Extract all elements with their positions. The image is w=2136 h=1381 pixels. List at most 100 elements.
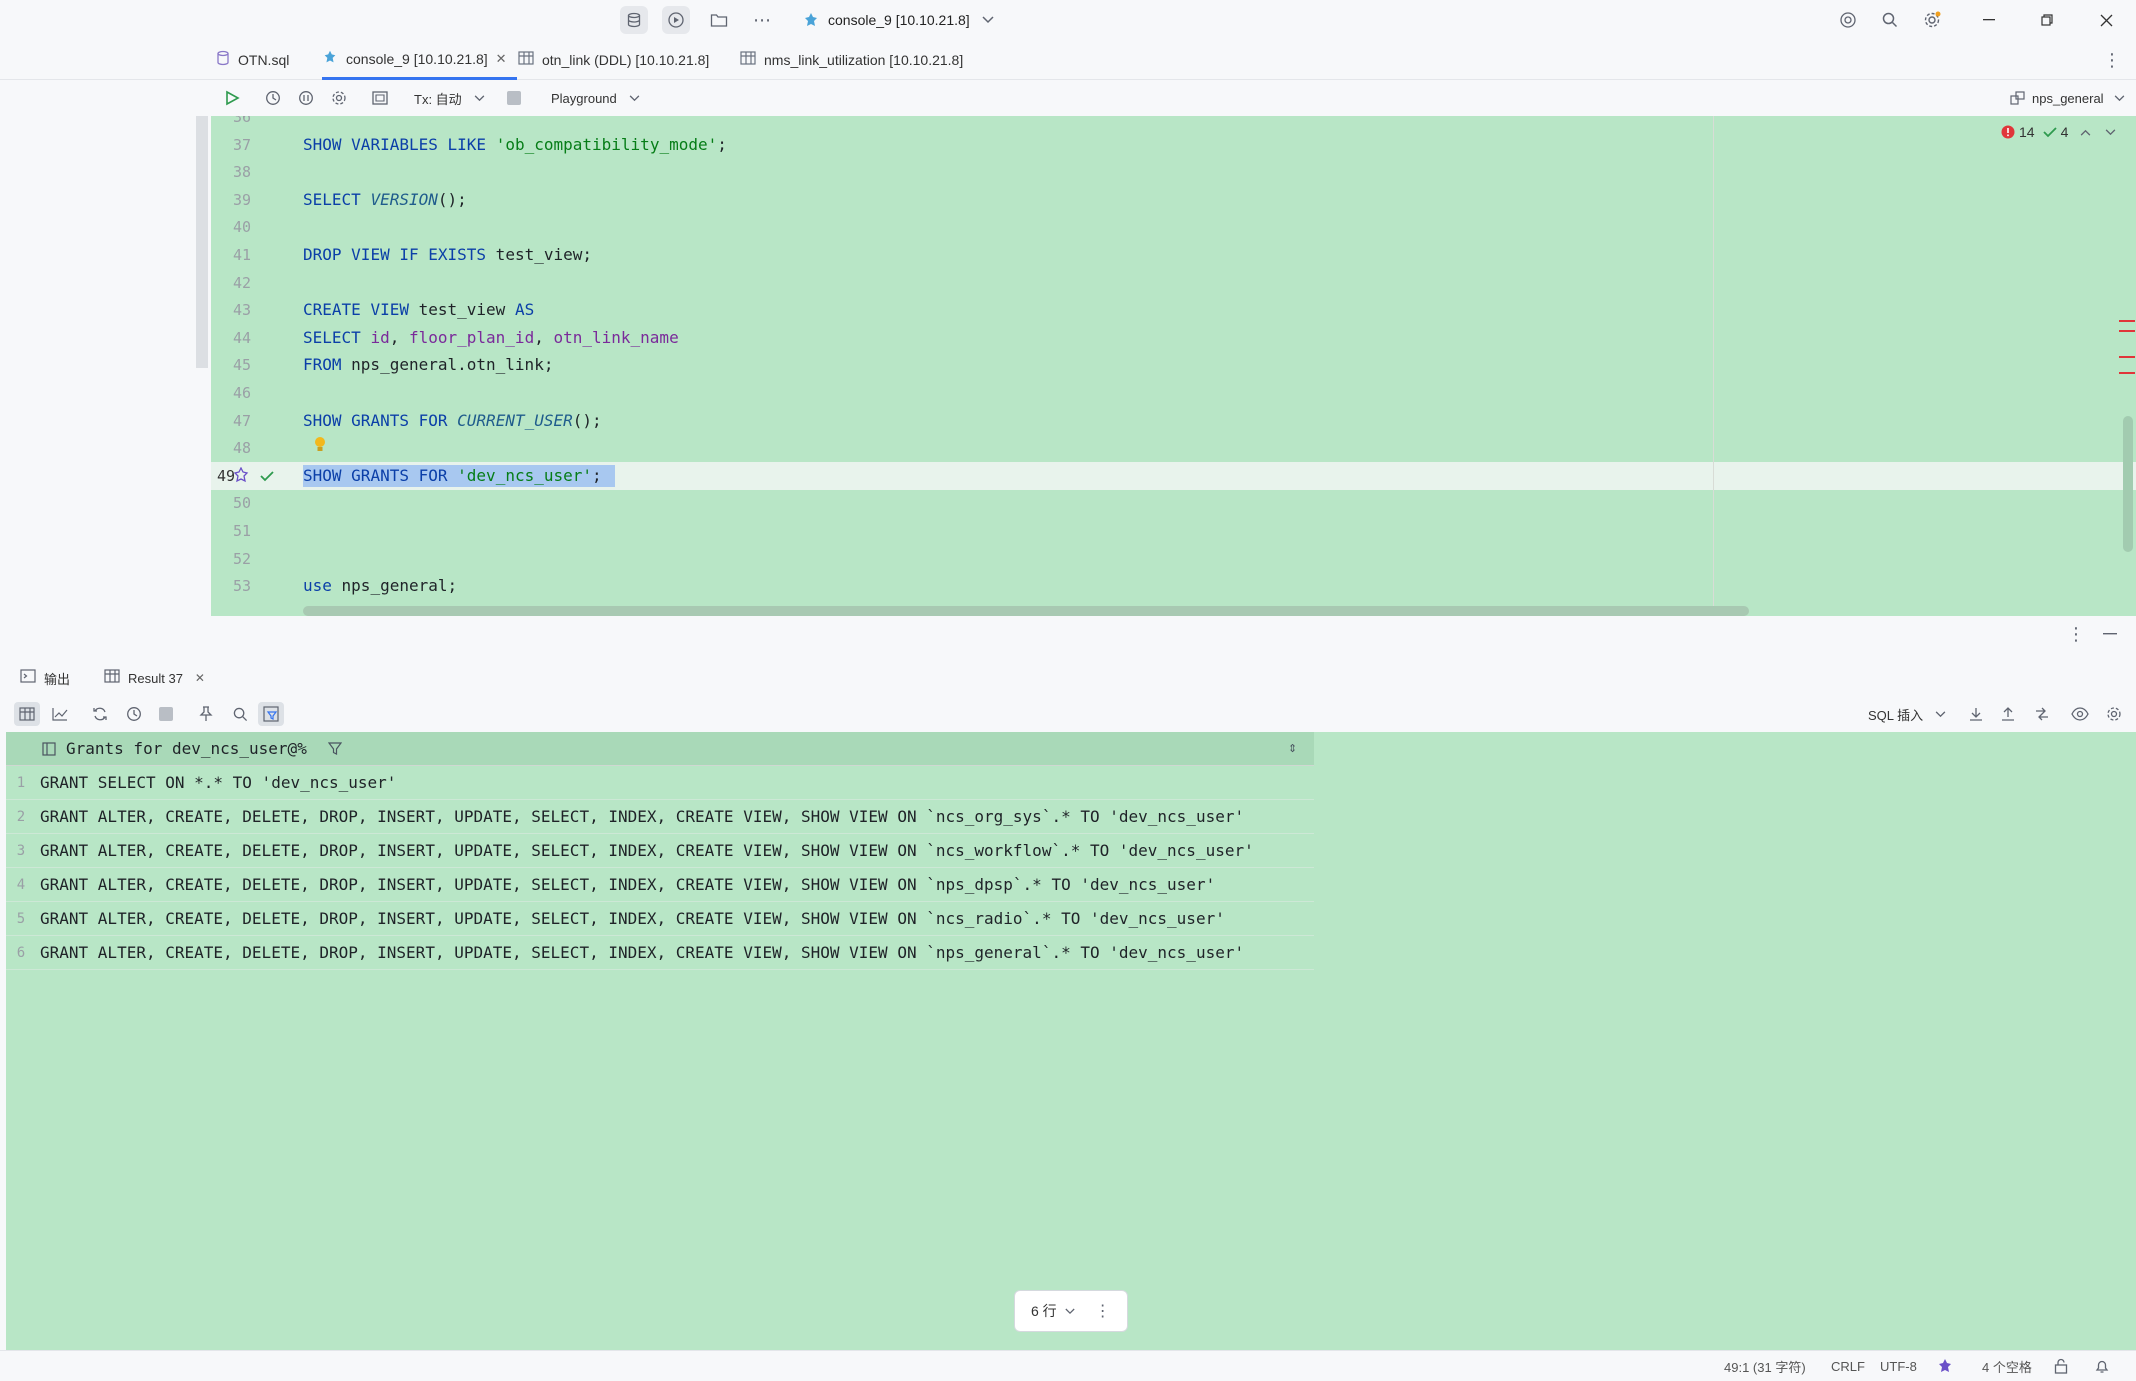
code-line[interactable]: SHOW GRANTS FOR 'dev_ncs_user'; <box>303 466 602 485</box>
intention-bulb-icon[interactable] <box>313 436 329 456</box>
layout-icon[interactable] <box>368 86 392 110</box>
close-icon[interactable] <box>2092 8 2120 32</box>
history-icon[interactable] <box>261 86 285 110</box>
table-row[interactable]: 6 GRANT ALTER, CREATE, DELETE, DROP, INSE… <box>6 936 1314 970</box>
restore-icon[interactable] <box>2033 8 2061 32</box>
window-title[interactable]: console_9 [10.10.21.8] <box>828 10 970 30</box>
grant-cell[interactable]: GRANT ALTER, CREATE, DELETE, DROP, INSER… <box>40 868 1215 902</box>
run-icon[interactable] <box>220 86 244 110</box>
minimize-icon[interactable] <box>1975 8 2003 32</box>
table-row[interactable]: 4 GRANT ALTER, CREATE, DELETE, DROP, INSE… <box>6 868 1314 902</box>
tab-menu-icon[interactable]: ⋮ <box>2100 48 2124 72</box>
code-line[interactable]: FROM nps_general.otn_link; <box>303 355 553 374</box>
copilot-marker-icon[interactable] <box>233 466 251 485</box>
chart-view-icon[interactable] <box>48 702 72 726</box>
more-icon[interactable]: ⋮ <box>1095 1301 1111 1321</box>
search-icon[interactable] <box>1878 8 1902 32</box>
filter-view-icon[interactable] <box>258 702 284 726</box>
refresh-icon[interactable] <box>88 702 112 726</box>
search-icon[interactable] <box>228 702 252 726</box>
error-stripe-marker[interactable] <box>2119 320 2135 322</box>
lock-icon[interactable] <box>2054 1351 2068 1381</box>
error-stripe-marker[interactable] <box>2119 356 2135 358</box>
table-row[interactable]: 3 GRANT ALTER, CREATE, DELETE, DROP, INSE… <box>6 834 1314 868</box>
vertical-scrollbar[interactable] <box>2123 416 2133 552</box>
error-stripe-marker[interactable] <box>2119 330 2135 332</box>
more-icon[interactable]: ⋯ <box>748 6 776 34</box>
stop-icon[interactable] <box>504 88 524 108</box>
encoding[interactable]: UTF-8 <box>1880 1351 1917 1381</box>
filter-icon[interactable] <box>328 742 342 756</box>
chevron-down-icon[interactable] <box>978 8 998 32</box>
database-icon[interactable] <box>620 6 648 34</box>
table-view-icon[interactable] <box>14 702 40 726</box>
history-icon[interactable] <box>122 702 146 726</box>
notifications-icon[interactable] <box>2094 1351 2110 1381</box>
sql-editor[interactable]: 36 37 SHOW VARIABLES LIKE 'ob_compatibilit… <box>211 116 2136 616</box>
code-line[interactable]: SELECT id, floor_plan_id, otn_link_name <box>303 328 679 347</box>
table-row[interactable]: 5 GRANT ALTER, CREATE, DELETE, DROP, INSE… <box>6 902 1314 936</box>
caret-position[interactable]: 49:1 (31 字符) <box>1724 1351 1806 1381</box>
inspection-widget[interactable]: 14 4 <box>2001 122 2116 142</box>
upload-icon[interactable] <box>1996 702 2020 726</box>
code-line[interactable]: use nps_general; <box>303 576 457 595</box>
grant-cell[interactable]: GRANT ALTER, CREATE, DELETE, DROP, INSER… <box>40 834 1254 868</box>
table-row[interactable]: 1 GRANT SELECT ON *.* TO 'dev_ncs_user' <box>6 766 1314 800</box>
settings-icon[interactable] <box>1920 8 1944 32</box>
grant-cell[interactable]: GRANT ALTER, CREATE, DELETE, DROP, INSER… <box>40 936 1244 970</box>
tab-label: nms_link_utilization [10.10.21.8] <box>764 52 964 68</box>
table-icon <box>104 669 120 687</box>
gear-icon[interactable] <box>327 86 351 110</box>
code-line[interactable]: DROP VIEW IF EXISTS test_view; <box>303 245 592 264</box>
copilot-status-icon[interactable] <box>1936 1351 1954 1381</box>
sql-insert-dropdown[interactable]: SQL 插入 <box>1868 704 1946 724</box>
code-line[interactable]: SHOW GRANTS FOR CURRENT_USER(); <box>303 411 602 430</box>
horizontal-scrollbar[interactable] <box>303 606 1749 616</box>
schema-dropdown[interactable]: nps_general <box>2010 88 2125 108</box>
column-icon <box>42 742 56 756</box>
tab-result-37[interactable]: Result 37 ✕ <box>104 660 205 696</box>
panel-options-icon[interactable]: ⋮ <box>2064 622 2088 646</box>
tab-output[interactable]: 输出 <box>20 660 70 696</box>
run-config-icon[interactable] <box>662 6 690 34</box>
row-count-control[interactable]: 6 行 ⋮ <box>1014 1290 1128 1332</box>
result-grid-area[interactable]: Grants for dev_ncs_user@% ⇕ 1 GRANT SELEC… <box>6 732 2136 1350</box>
tab-otn-sql[interactable]: OTN.sql <box>216 40 289 80</box>
download-icon[interactable] <box>1964 702 1988 726</box>
column-header[interactable]: Grants for dev_ncs_user@% ⇕ <box>6 732 1314 766</box>
compare-icon[interactable] <box>2030 702 2054 726</box>
code-line[interactable]: SHOW VARIABLES LIKE 'ob_compatibility_mo… <box>303 135 727 154</box>
indent-setting[interactable]: 4 个空格 <box>1982 1351 2032 1381</box>
folder-icon[interactable] <box>705 6 733 34</box>
line-number: 45 <box>232 356 251 375</box>
code-line[interactable]: CREATE VIEW test_view AS <box>303 300 534 319</box>
tab-otn-link-ddl[interactable]: otn_link (DDL) [10.10.21.8] <box>518 40 709 80</box>
tab-nms-link-utilization[interactable]: nms_link_utilization [10.10.21.8] <box>740 40 963 80</box>
playground-dropdown[interactable]: Playground <box>551 88 640 108</box>
code-line[interactable]: SELECT VERSION(); <box>303 190 467 209</box>
row-number: 6 <box>16 945 26 961</box>
line-ending[interactable]: CRLF <box>1831 1351 1865 1381</box>
line-number: 50 <box>232 494 251 513</box>
transaction-mode-dropdown[interactable]: Tx: 自动 <box>414 88 485 108</box>
chevron-down-icon[interactable] <box>2105 128 2116 136</box>
table-icon <box>518 51 534 69</box>
eye-icon[interactable] <box>2068 702 2092 726</box>
minimize-panel-icon[interactable] <box>2098 622 2122 646</box>
settings-icon[interactable] <box>2102 702 2126 726</box>
chevron-up-icon[interactable] <box>2080 129 2091 136</box>
tab-close-icon[interactable]: ✕ <box>496 51 507 67</box>
stop-icon[interactable] <box>154 702 178 726</box>
error-stripe-marker[interactable] <box>2119 372 2135 374</box>
sort-icon[interactable]: ⇕ <box>1288 732 1297 766</box>
explain-plan-icon[interactable] <box>294 86 318 110</box>
pin-icon[interactable] <box>194 702 218 726</box>
table-row[interactable]: 2 GRANT ALTER, CREATE, DELETE, DROP, INSE… <box>6 800 1314 834</box>
grant-cell[interactable]: GRANT ALTER, CREATE, DELETE, DROP, INSER… <box>40 800 1244 834</box>
copilot-icon[interactable] <box>1836 8 1860 32</box>
tab-close-icon[interactable]: ✕ <box>195 671 205 685</box>
tab-console-9[interactable]: console_9 [10.10.21.8] ✕ <box>322 40 517 80</box>
grant-cell[interactable]: GRANT ALTER, CREATE, DELETE, DROP, INSER… <box>40 902 1225 936</box>
grant-cell[interactable]: GRANT SELECT ON *.* TO 'dev_ncs_user' <box>40 766 396 800</box>
editor-toolbar: Tx: 自动 Playground nps_general <box>0 80 2136 116</box>
